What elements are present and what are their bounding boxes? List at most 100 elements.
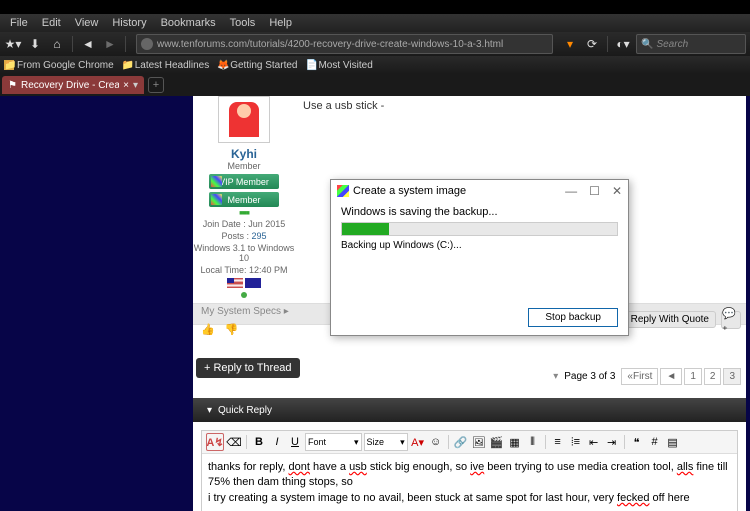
outdent-button[interactable]: ⇤ [586, 434, 602, 450]
list-ol-button[interactable]: ⦙≡ [568, 434, 584, 450]
page-1-link[interactable]: 1 [684, 368, 702, 385]
page-prev-button[interactable]: ◄ [660, 368, 682, 385]
user-flags [193, 278, 295, 288]
menu-bar: File Edit View History Bookmarks Tools H… [0, 14, 750, 32]
search-input[interactable]: 🔍 Search [636, 34, 746, 54]
underline-button[interactable]: U [287, 434, 303, 450]
addon-icon[interactable]: ◐▾ [614, 35, 632, 53]
menu-help[interactable]: Help [263, 15, 298, 31]
list-ul-button[interactable]: ≡ [550, 434, 566, 450]
flag-state-icon [245, 278, 261, 288]
post-count: Posts : 295 [193, 231, 295, 241]
indent-button[interactable]: ⇥ [604, 434, 620, 450]
tab-close-icon[interactable]: × [123, 80, 129, 91]
table-button[interactable]: ▦ [507, 434, 523, 450]
download-icon[interactable]: ⬇ [26, 35, 44, 53]
user-role: Member [193, 161, 295, 171]
windows-flag-icon [337, 185, 349, 197]
reply-thread-button[interactable]: + Reply to Thread [196, 358, 300, 378]
new-tab-button[interactable]: + [148, 77, 164, 93]
home-icon[interactable]: ⌂ [48, 35, 66, 53]
editor: A↯ ⌫ B I U Font ▾ Size ▾ A▾ ☺ 🔗 🖼 🎬 ▦ ⦀ [201, 430, 738, 511]
dialog-title: Create a system image [353, 185, 466, 197]
font-select[interactable]: Font ▾ [305, 433, 362, 451]
backup-status: Backing up Windows (C:)... [341, 240, 618, 251]
rep-bars: ■■■ [193, 210, 295, 217]
bookmark-bar: 📁From Google Chrome 📁Latest Headlines 🦊G… [0, 56, 750, 74]
quote-button[interactable]: ❝ [629, 434, 645, 450]
tab-favicon: ⚑ [8, 80, 17, 91]
page-indicator: Page 3 of 3 [564, 371, 615, 382]
vip-badge: VIP Member [209, 174, 279, 189]
user-avatar[interactable] [218, 96, 270, 143]
rss-icon[interactable]: ▾ [561, 35, 579, 53]
folder-icon: 📁 [122, 60, 132, 70]
minimize-button[interactable]: — [565, 184, 577, 198]
clear-format-button[interactable]: ⌫ [226, 434, 242, 450]
user-os: Windows 3.1 to Windows 10 [193, 243, 295, 263]
bold-button[interactable]: B [251, 434, 267, 450]
firefox-icon: 🦊 [217, 60, 227, 70]
pagination: ▾ Page 3 of 3 «First ◄ 1 2 3 [553, 368, 741, 385]
multi-quote-button[interactable]: 💬₊ [721, 311, 741, 329]
online-indicator-icon [241, 292, 247, 298]
hr-button[interactable]: ⦀ [525, 434, 541, 450]
maximize-button[interactable]: ☐ [589, 184, 600, 198]
italic-button[interactable]: I [269, 434, 285, 450]
image-button[interactable]: 🖼 [471, 434, 487, 450]
folder-icon: 📁 [4, 60, 14, 70]
bookmark-folder[interactable]: 📁From Google Chrome [4, 60, 114, 71]
thumbs-up-icon[interactable]: 👍 [201, 323, 215, 339]
url-bar[interactable]: www.tenforums.com/tutorials/4200-recover… [136, 34, 553, 54]
star-icon[interactable]: ★▾ [4, 35, 22, 53]
smilie-button[interactable]: ☺ [428, 434, 444, 450]
progress-bar [341, 222, 618, 236]
close-button[interactable]: ✕ [612, 184, 622, 198]
collapse-icon[interactable]: ▾ [207, 405, 212, 416]
more-button[interactable]: ▤ [665, 434, 681, 450]
page-2-link[interactable]: 2 [704, 368, 722, 385]
bookmark-folder[interactable]: 📁Latest Headlines [122, 60, 210, 71]
menu-file[interactable]: File [4, 15, 34, 31]
forward-button: ► [101, 35, 119, 53]
source-button[interactable]: A↯ [206, 433, 224, 451]
page-icon: 📄 [305, 60, 315, 70]
bookmark-link[interactable]: 📄Most Visited [305, 60, 372, 71]
system-image-dialog: Create a system image — ☐ ✕ Windows is s… [330, 179, 629, 336]
browser-tab[interactable]: ⚑ Recovery Drive - Create i... × ▾ [2, 76, 144, 94]
member-badge: Member [209, 192, 279, 207]
menu-bookmarks[interactable]: Bookmarks [155, 15, 222, 31]
stop-backup-button[interactable]: Stop backup [528, 308, 618, 327]
editor-toolbar: A↯ ⌫ B I U Font ▾ Size ▾ A▾ ☺ 🔗 🖼 🎬 ▦ ⦀ [202, 431, 737, 454]
page-first-button[interactable]: «First [621, 368, 658, 385]
color-button[interactable]: A▾ [410, 434, 426, 450]
flag-us-icon [227, 278, 243, 288]
username-link[interactable]: Kyhi [193, 147, 295, 161]
reload-icon[interactable]: ⟳ [583, 35, 601, 53]
user-sidebar: Kyhi Member VIP Member Member ■■■ Join D… [193, 96, 295, 302]
bookmark-link[interactable]: 🦊Getting Started [217, 60, 297, 71]
local-time: Local Time: 12:40 PM [193, 265, 295, 275]
quick-reply-section: ▾ Quick Reply A↯ ⌫ B I U Font ▾ Size ▾ A▾… [193, 398, 746, 511]
globe-icon [141, 38, 153, 50]
windows-icon [211, 176, 222, 187]
quick-reply-title: Quick Reply [218, 405, 272, 416]
page-3-current: 3 [723, 368, 741, 385]
menu-edit[interactable]: Edit [36, 15, 67, 31]
menu-tools[interactable]: Tools [224, 15, 262, 31]
back-button[interactable]: ◄ [79, 35, 97, 53]
saving-status: Windows is saving the backup... [341, 206, 618, 218]
size-select[interactable]: Size ▾ [364, 433, 408, 451]
link-button[interactable]: 🔗 [453, 434, 469, 450]
editor-textarea[interactable]: thanks for reply, dont have a usb stick … [202, 454, 737, 511]
thumbs-down-icon[interactable]: 👎 [225, 323, 239, 339]
post-body: Use a usb stick - [303, 100, 384, 112]
nav-bar: ★▾ ⬇ ⌂ ◄ ► www.tenforums.com/tutorials/4… [0, 32, 750, 56]
code-button[interactable]: # [647, 434, 663, 450]
menu-view[interactable]: View [69, 15, 105, 31]
search-icon: 🔍 [641, 39, 653, 50]
video-button[interactable]: 🎬 [489, 434, 505, 450]
menu-history[interactable]: History [106, 15, 152, 31]
join-date: Join Date : Jun 2015 [193, 219, 295, 229]
windows-icon [211, 194, 222, 205]
